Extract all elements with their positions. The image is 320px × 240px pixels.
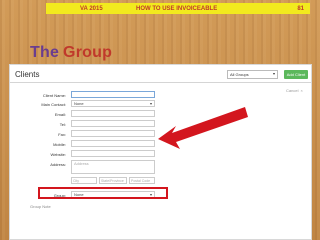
banner-title: HOW TO USE INVOICEABLE xyxy=(136,5,218,12)
cancel-link[interactable]: Cancel × xyxy=(286,88,303,93)
tel-label: Tel: xyxy=(59,122,66,127)
groups-filter-value: All Groups xyxy=(230,72,249,77)
mobile-label: Mobile: xyxy=(53,142,66,147)
slide-header-banner: VA 2015 HOW TO USE INVOICEABLE 81 xyxy=(46,3,310,14)
city-state-postal-row: City State/Province Postal Code xyxy=(71,177,155,184)
state-input[interactable]: State/Province xyxy=(99,177,127,184)
group-note-row: Group Note xyxy=(10,202,170,210)
city-input[interactable]: City xyxy=(71,177,97,184)
group-highlight-box xyxy=(38,187,168,199)
panel-title: Clients xyxy=(15,70,40,79)
red-arrow-icon xyxy=(158,107,248,149)
client-name-input[interactable] xyxy=(71,91,155,98)
heading-word-the: The xyxy=(30,44,60,61)
slide-heading: The Group xyxy=(30,44,112,62)
main-contact-value: None xyxy=(74,101,84,106)
groups-filter-select[interactable]: All Groups ▾ xyxy=(227,70,278,79)
chevron-down-icon: ▾ xyxy=(272,71,275,76)
cancel-label: Cancel xyxy=(286,88,299,93)
email-input[interactable] xyxy=(71,110,155,117)
banner-course-label: VA 2015 xyxy=(80,5,103,12)
fax-input[interactable] xyxy=(71,130,155,137)
mobile-row: Mobile: xyxy=(10,140,170,148)
website-label: Website: xyxy=(50,152,67,157)
panel-divider xyxy=(10,82,311,83)
email-label: Email: xyxy=(54,112,66,117)
tel-input[interactable] xyxy=(71,120,155,127)
email-row: Email: xyxy=(10,110,170,118)
add-client-button[interactable]: Add Client xyxy=(284,70,308,79)
heading-word-group: Group xyxy=(63,44,113,61)
group-note-label: Group Note xyxy=(30,204,51,209)
main-contact-select[interactable]: None ▾ xyxy=(71,100,155,107)
website-input[interactable] xyxy=(71,150,155,157)
address-row: Address: Address xyxy=(10,160,170,174)
client-name-label: Client Name: xyxy=(42,93,66,98)
fax-row: Fax: xyxy=(10,130,170,138)
address-input[interactable]: Address xyxy=(71,160,155,174)
client-name-row: Client Name: xyxy=(10,91,170,99)
main-contact-row: Main Contact: None ▾ xyxy=(10,100,170,108)
postal-code-input[interactable]: Postal Code xyxy=(129,177,155,184)
tel-row: Tel: xyxy=(10,120,170,128)
close-icon: × xyxy=(300,88,303,93)
mobile-input[interactable] xyxy=(71,140,155,147)
banner-page-number: 81 xyxy=(297,5,304,12)
fax-label: Fax: xyxy=(58,132,66,137)
address-label: Address: xyxy=(50,162,66,167)
website-row: Website: xyxy=(10,150,170,158)
main-contact-label: Main Contact: xyxy=(41,102,66,107)
